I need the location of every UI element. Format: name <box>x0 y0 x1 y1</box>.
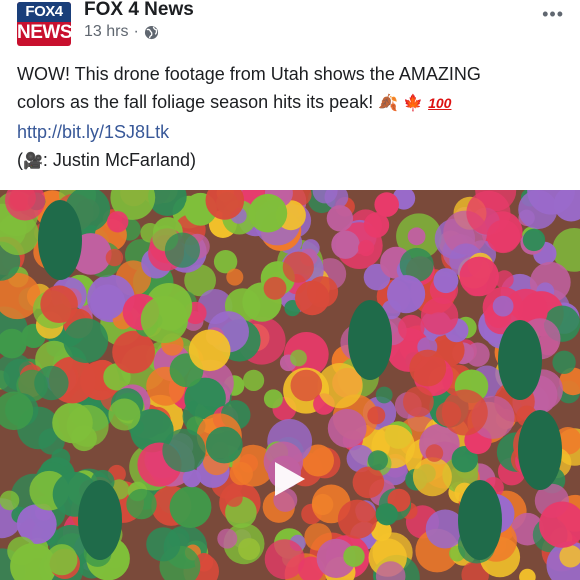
meta-separator: · <box>133 23 139 40</box>
maple-leaf-icon: 🍁 <box>403 95 424 112</box>
fallen-leaves-icon: 🍂 <box>378 95 399 112</box>
post-text-line-2-text: colors as the fall foliage season hits i… <box>17 92 374 112</box>
hundred-points-icon: 100 <box>428 95 452 111</box>
foliage-video-thumbnail <box>0 190 580 580</box>
video-player[interactable] <box>0 190 580 580</box>
post-text: WOW! This drone footage from Utah shows … <box>17 60 567 176</box>
timestamp[interactable]: 13 hrs <box>84 23 128 41</box>
page-avatar[interactable]: FOX4 NEWS <box>17 2 71 46</box>
more-options-button[interactable]: ••• <box>542 4 564 25</box>
globe-icon <box>144 25 158 39</box>
credit-text: : Justin McFarland) <box>42 150 196 170</box>
post-link-line: http://bit.ly/1SJ8Ltk <box>17 118 567 146</box>
post-meta: 13 hrs · <box>84 23 159 41</box>
avatar-top-text: FOX4 <box>17 2 71 22</box>
credit-line: (🎥: Justin McFarland) <box>17 146 567 176</box>
play-icon[interactable] <box>275 462 305 496</box>
post-header: FOX4 NEWS FOX 4 News 13 hrs · ••• <box>0 0 580 56</box>
avatar-bottom-text: NEWS <box>17 22 71 43</box>
video-camera-icon: 🎥 <box>23 153 43 170</box>
page-name[interactable]: FOX 4 News <box>84 0 194 21</box>
post-text-line-1: WOW! This drone footage from Utah shows … <box>17 64 481 84</box>
post-text-line-2: colors as the fall foliage season hits i… <box>17 88 567 118</box>
post-link[interactable]: http://bit.ly/1SJ8Ltk <box>17 122 169 142</box>
